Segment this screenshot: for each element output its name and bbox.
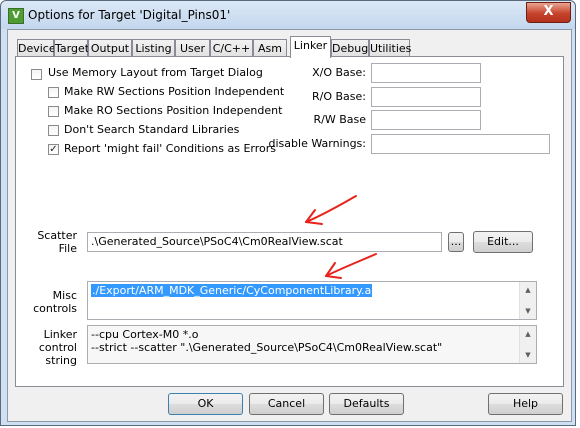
- annotation-arrows: [305, 195, 377, 279]
- tab-linker[interactable]: Linker: [290, 36, 331, 58]
- arrow-to-misc-controls: [325, 253, 377, 279]
- arrow-to-scatter-file: [305, 195, 357, 225]
